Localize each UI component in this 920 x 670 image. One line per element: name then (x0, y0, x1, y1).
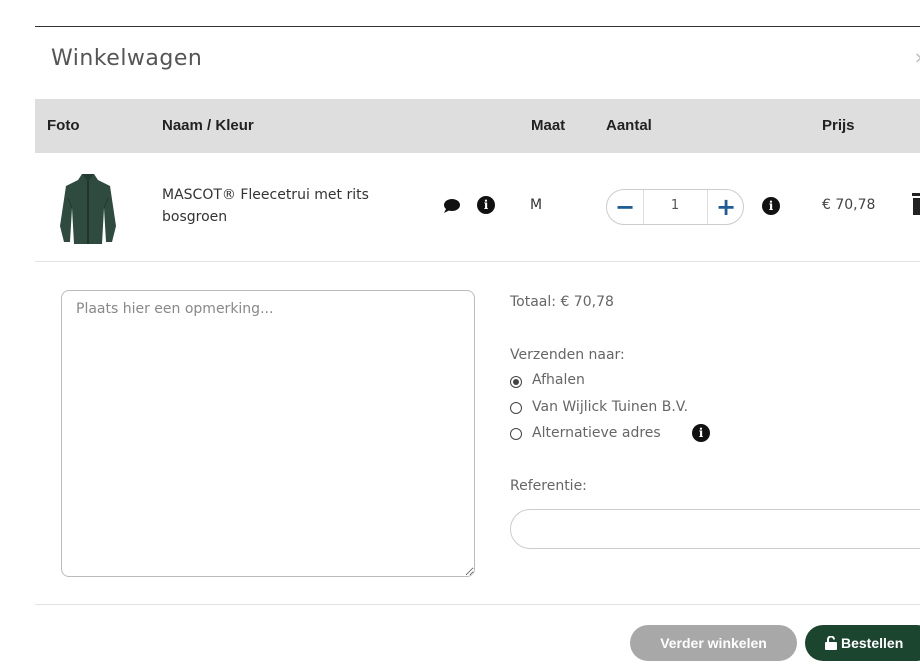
info-icon[interactable]: i (762, 197, 780, 215)
product-name[interactable]: MASCOT® Fleecetrui met rits bosgroen (162, 184, 412, 228)
unlock-icon (825, 636, 837, 650)
continue-shopping-button[interactable]: Verder winkelen (630, 625, 797, 661)
shipping-label: Verzenden naar: (510, 347, 625, 363)
radio-van-wijlick[interactable] (510, 402, 522, 414)
close-icon[interactable]: × (914, 48, 920, 67)
modal-title: Winkelwagen (51, 46, 203, 71)
column-header-naam: Naam / Kleur (162, 117, 254, 134)
product-size: M (530, 197, 543, 213)
modal-top-border (35, 26, 920, 27)
radio-alternatief[interactable] (510, 428, 522, 440)
order-total: Totaal: € 70,78 (510, 294, 614, 310)
info-icon[interactable]: i (477, 196, 495, 214)
shipping-option-afhalen[interactable]: Afhalen (532, 372, 585, 388)
column-header-foto: Foto (47, 117, 80, 134)
row-divider (35, 261, 920, 262)
remark-textarea[interactable] (61, 290, 475, 577)
product-color: bosgroen (162, 209, 228, 225)
radio-afhalen[interactable] (510, 376, 522, 388)
product-title: MASCOT® Fleecetrui met rits (162, 187, 369, 203)
order-button-label: Bestellen (841, 635, 904, 651)
trash-icon[interactable] (912, 193, 920, 215)
product-price: € 70,78 (822, 197, 876, 213)
plus-icon[interactable]: + (713, 194, 739, 220)
order-button[interactable]: Bestellen (805, 625, 920, 661)
shipping-option-van-wijlick[interactable]: Van Wijlick Tuinen B.V. (532, 399, 688, 415)
stepper-divider (707, 190, 708, 224)
reference-input[interactable] (510, 509, 920, 549)
comment-icon[interactable] (443, 198, 461, 214)
minus-icon[interactable]: − (612, 194, 638, 220)
shipping-option-alternatief[interactable]: Alternatieve adres (532, 425, 661, 441)
quantity-value[interactable]: 1 (647, 198, 703, 213)
reference-label: Referentie: (510, 478, 587, 494)
footer-divider (35, 604, 920, 605)
stepper-divider (643, 190, 644, 224)
column-header-maat: Maat (531, 117, 566, 134)
info-icon[interactable]: i (692, 424, 710, 442)
quantity-stepper: − 1 + (606, 189, 744, 225)
product-thumbnail[interactable] (58, 168, 118, 246)
column-header-aantal: Aantal (606, 117, 652, 134)
column-header-prijs: Prijs (822, 117, 855, 134)
